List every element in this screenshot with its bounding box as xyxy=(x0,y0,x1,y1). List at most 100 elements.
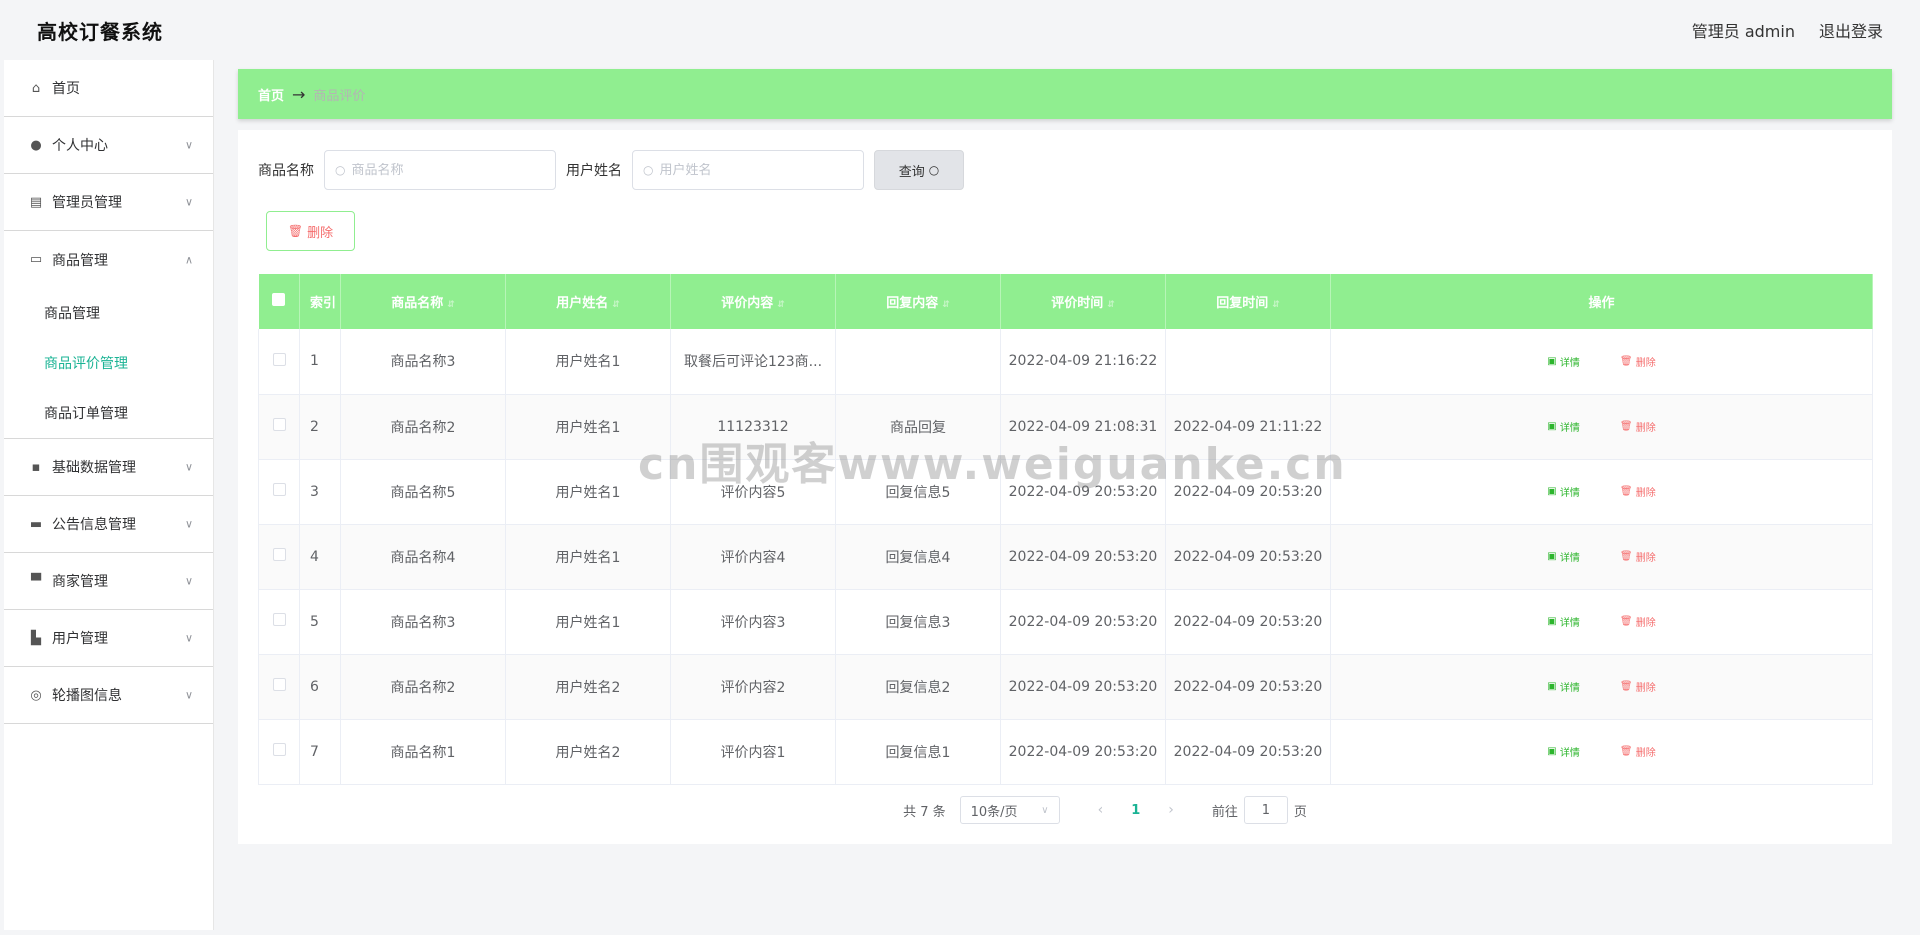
cell-actions: ▣ 详情 🗑 删除 xyxy=(1330,459,1873,524)
trash-icon: 🗑 xyxy=(1619,551,1633,562)
sidebar-item-label: 用户管理 xyxy=(52,631,108,647)
chat-icon: ▪ xyxy=(31,459,41,475)
page-size-select[interactable]: 10条/页 ∨ xyxy=(959,796,1060,824)
sort-icon[interactable]: ⇵ xyxy=(1107,300,1115,310)
table-row: 1 商品名称3 用户姓名1 取餐后可评论123商... 2022-04-09 21:16… xyxy=(258,329,1873,394)
current-user[interactable]: 管理员 admin xyxy=(1692,18,1795,42)
sidebar-item-7[interactable]: ▙ 用户管理 ∨ xyxy=(4,610,213,667)
cell-time: 2022-04-09 20:53:20 xyxy=(1000,459,1166,524)
delete-label: 删除 xyxy=(1635,357,1656,369)
cell-product: 商品名称3 xyxy=(340,589,506,654)
sidebar-item-label: 首页 xyxy=(52,81,80,97)
reviews-table: 索引 商品名称 ⇵ 用户姓名 ⇵ 评价内容 ⇵ 回复内容 ⇵ 评价时间 ⇵ 回复时间 ⇵ 操作 1 商品名称… xyxy=(258,274,1873,785)
cell-reply: 回复信息1 xyxy=(835,719,1001,784)
cell-actions: ▣ 详情 🗑 删除 xyxy=(1330,654,1873,719)
users-icon: ▙ xyxy=(31,630,41,646)
detail-label: 详情 xyxy=(1559,683,1580,694)
cell-user: 用户姓名2 xyxy=(505,654,671,719)
product-name-input[interactable] xyxy=(351,162,532,178)
cell-reply_time: 2022-04-09 20:53:20 xyxy=(1165,589,1331,654)
goto-page: 前往 页 xyxy=(1212,796,1307,824)
delete-button[interactable]: 🗑 删除 xyxy=(1612,543,1664,570)
delete-button[interactable]: 🗑 删除 xyxy=(1612,413,1664,440)
cell-reply xyxy=(835,329,1001,394)
trash-icon: 🗑 xyxy=(1619,421,1633,432)
detail-button[interactable]: ▣ 详情 xyxy=(1539,738,1588,765)
row-checkbox[interactable] xyxy=(258,394,300,459)
detail-button[interactable]: ▣ 详情 xyxy=(1539,348,1588,375)
column-header[interactable]: 用户姓名 ⇵ xyxy=(505,274,671,329)
detail-label: 详情 xyxy=(1559,488,1580,499)
search-row: 商品名称 ○ 用户姓名 ○ 查询 ○ xyxy=(258,150,964,190)
product-name-search: ○ xyxy=(324,150,556,190)
column-header-label: 操作 xyxy=(1588,296,1615,311)
detail-button[interactable]: ▣ 详情 xyxy=(1539,478,1588,505)
column-header[interactable]: 商品名称 ⇵ xyxy=(340,274,506,329)
table-row: 2 商品名称2 用户姓名1 11123312 商品回复 2022-04-09 21:08:… xyxy=(258,394,1873,459)
delete-button[interactable]: 🗑 删除 xyxy=(1612,738,1664,765)
sidebar-item-3[interactable]: ▭ 商品管理 ∧ xyxy=(4,231,213,288)
detail-button[interactable]: ▣ 详情 xyxy=(1539,413,1588,440)
cell-product: 商品名称1 xyxy=(340,719,506,784)
select-all-checkbox[interactable] xyxy=(258,274,300,329)
sidebar-item-4[interactable]: ▪ 基础数据管理 ∨ xyxy=(4,439,213,496)
page-number[interactable]: 1 xyxy=(1131,803,1140,818)
batch-delete-button[interactable]: 🗑 删除 xyxy=(266,211,355,251)
row-checkbox[interactable] xyxy=(258,524,300,589)
goto-page-input[interactable] xyxy=(1243,796,1288,824)
next-page-button[interactable]: › xyxy=(1168,802,1174,818)
sidebar-subitem-0[interactable]: 商品管理 xyxy=(4,288,213,338)
row-checkbox[interactable] xyxy=(258,589,300,654)
user-name-search: ○ xyxy=(632,150,864,190)
breadcrumb-home[interactable]: 首页 xyxy=(258,85,284,104)
prev-page-button[interactable]: ‹ xyxy=(1098,802,1104,818)
sidebar-item-8[interactable]: ◎ 轮播图信息 ∨ xyxy=(4,667,213,724)
cell-actions: ▣ 详情 🗑 删除 xyxy=(1330,329,1873,394)
sort-icon[interactable]: ⇵ xyxy=(447,300,455,310)
sort-icon[interactable]: ⇵ xyxy=(1272,300,1280,310)
delete-button[interactable]: 🗑 删除 xyxy=(1612,348,1664,375)
document-icon: ▣ xyxy=(1547,355,1557,367)
sidebar-item-6[interactable]: ▀ 商家管理 ∨ xyxy=(4,553,213,610)
column-header-label: 索引 xyxy=(310,296,337,311)
cell-actions: ▣ 详情 🗑 删除 xyxy=(1330,394,1873,459)
row-checkbox[interactable] xyxy=(258,329,300,394)
cell-time: 2022-04-09 20:53:20 xyxy=(1000,719,1166,784)
page-size-value: 10条/页 xyxy=(970,804,1018,820)
sidebar-subitem-1[interactable]: 商品评价管理 xyxy=(4,338,213,388)
logout-link[interactable]: 退出登录 xyxy=(1819,18,1883,42)
detail-button[interactable]: ▣ 详情 xyxy=(1539,608,1588,635)
sort-icon[interactable]: ⇵ xyxy=(942,300,950,310)
column-header[interactable]: 评价时间 ⇵ xyxy=(1000,274,1166,329)
column-header[interactable]: 评价内容 ⇵ xyxy=(670,274,836,329)
query-button[interactable]: 查询 ○ xyxy=(874,150,964,190)
trash-icon: 🗑 xyxy=(287,224,304,238)
detail-button[interactable]: ▣ 详情 xyxy=(1539,673,1588,700)
cell-index: 2 xyxy=(299,394,341,459)
delete-button[interactable]: 🗑 删除 xyxy=(1612,478,1664,505)
goto-suffix: 页 xyxy=(1293,804,1307,820)
table-row: 3 商品名称5 用户姓名1 评价内容5 回复信息5 2022-04-09 20:53:20… xyxy=(258,459,1873,524)
row-checkbox[interactable] xyxy=(258,459,300,524)
sort-icon[interactable]: ⇵ xyxy=(612,300,620,310)
cell-time: 2022-04-09 20:53:20 xyxy=(1000,589,1166,654)
cell-reply_time: 2022-04-09 21:11:22 xyxy=(1165,394,1331,459)
delete-button[interactable]: 🗑 删除 xyxy=(1612,608,1664,635)
document-icon: ▣ xyxy=(1547,551,1557,562)
delete-label: 删除 xyxy=(1635,618,1656,629)
user-name-input[interactable] xyxy=(659,162,840,178)
column-header[interactable]: 回复内容 ⇵ xyxy=(835,274,1001,329)
sidebar-item-0[interactable]: ⌂ 首页 xyxy=(4,60,213,117)
detail-button[interactable]: ▣ 详情 xyxy=(1539,543,1588,570)
row-checkbox[interactable] xyxy=(258,654,300,719)
row-checkbox[interactable] xyxy=(258,719,300,784)
delete-button[interactable]: 🗑 删除 xyxy=(1612,673,1664,700)
sidebar-subitem-2[interactable]: 商品订单管理 xyxy=(4,388,213,438)
cell-time: 2022-04-09 21:08:31 xyxy=(1000,394,1166,459)
notice-icon: ▬ xyxy=(29,516,43,532)
column-header[interactable]: 回复时间 ⇵ xyxy=(1165,274,1331,329)
sidebar-item-2[interactable]: ▤ 管理员管理 ∨ xyxy=(4,174,213,231)
sidebar-item-5[interactable]: ▬ 公告信息管理 ∨ xyxy=(4,496,213,553)
sidebar-item-1[interactable]: ● 个人中心 ∨ xyxy=(4,117,213,174)
sort-icon[interactable]: ⇵ xyxy=(777,300,785,310)
